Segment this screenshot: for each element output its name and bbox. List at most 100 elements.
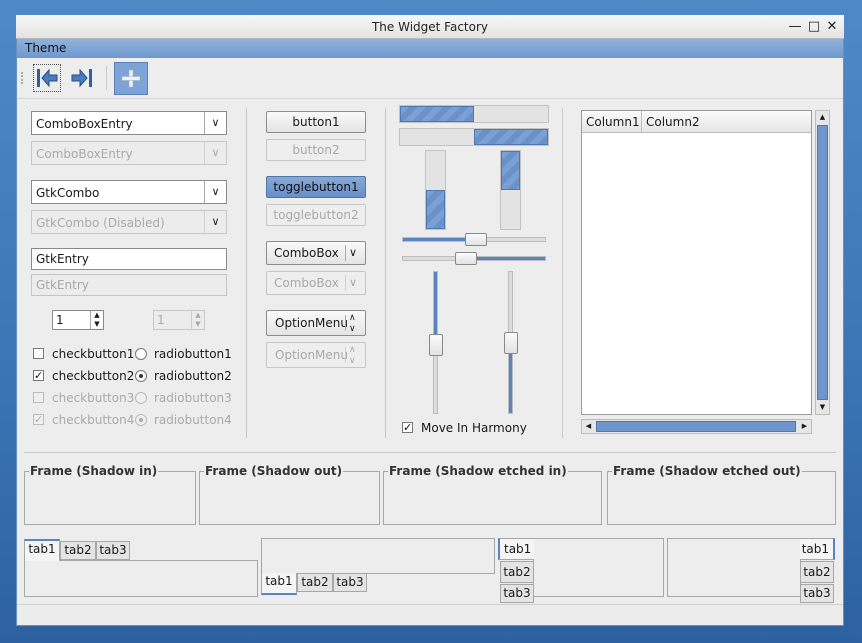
chevron-down-icon: ∨ [349,276,358,289]
notebook-top-tab2[interactable]: tab2 [60,541,96,560]
radiobutton1-circle[interactable] [135,348,147,360]
menu-theme[interactable]: Theme [25,41,66,55]
checkbutton1-box[interactable] [33,348,44,359]
go-back-icon [37,68,58,88]
hprogress-1 [399,105,549,123]
button1[interactable]: button1 [266,111,366,133]
checkbutton2-box[interactable]: ✓ [33,370,44,381]
move-in-harmony-checkbox[interactable]: ✓ [402,422,413,433]
optionmenu-label: OptionMenu [275,316,348,330]
notebook-bottom-tab2[interactable]: tab2 [297,573,333,592]
close-icon[interactable]: ✕ [825,20,839,34]
menu-bar: Theme [17,39,843,58]
gtk-combo-text: GtkCombo [36,186,100,200]
vscale-1-slider[interactable] [429,334,443,356]
scroll-up-icon[interactable]: ▲ [816,111,829,124]
combobox-disabled-label: ComboBox [274,276,339,290]
combo-box-entry-text: ComboBoxEntry [36,117,133,131]
spin-button[interactable]: 1 ▲ ▼ [52,310,104,330]
vprogress-1-fill [426,190,445,229]
frame-shadow-etched-out-label: Frame (Shadow etched out) [612,464,802,478]
spin-arrows-icon[interactable]: ▲ ▼ [90,311,103,329]
combo-box-entry-disabled: ComboBoxEntry ∨ [31,141,227,165]
toolbar-grip[interactable] [21,72,24,84]
vprogress-2-fill [501,151,520,190]
gtk-combo[interactable]: GtkCombo ∨ [31,180,227,204]
togglebutton2: togglebutton2 [266,204,366,226]
notebook-bottom-tab1[interactable]: tab1 [261,573,297,595]
column-separator [562,108,563,438]
tree-view[interactable]: Column1 Column2 [581,110,812,415]
horizontal-separator [24,452,836,453]
chevron-down-icon[interactable]: ∨ [204,181,226,203]
checkbutton1-label[interactable]: checkbutton1 [52,347,134,361]
up-down-icon: ∧ ∨ [349,345,356,366]
hprogress-2 [399,128,549,146]
move-in-harmony-label[interactable]: Move In Harmony [421,421,527,435]
chevron-down-icon[interactable]: ∨ [204,112,226,134]
notebook-right-tab2[interactable]: tab2 [800,561,834,583]
spin-value: 1 [56,313,64,327]
combo-box-entry[interactable]: ComboBoxEntry ∨ [31,111,227,135]
spin-arrows-icon: ▲ ▼ [191,311,204,329]
optionmenu-divider [345,315,346,331]
column2-header[interactable]: Column2 [642,111,811,133]
maximize-icon[interactable]: □ [807,20,821,34]
hscale-2-slider[interactable] [455,252,477,265]
checkbutton2-label[interactable]: checkbutton2 [52,369,134,383]
optionmenu[interactable]: OptionMenu ∧ ∨ [266,310,366,336]
notebook-top-tab3[interactable]: tab3 [96,541,130,560]
column1-header[interactable]: Column1 [582,111,642,133]
minimize-icon[interactable]: — [788,20,802,34]
checkbutton3-label: checkbutton3 [52,391,135,405]
notebook-top-tab1[interactable]: tab1 [24,539,60,561]
radiobutton2-label[interactable]: radiobutton2 [154,369,232,383]
vertical-scrollbar-thumb[interactable] [817,125,828,400]
togglebutton1[interactable]: togglebutton1 [266,176,366,198]
notebook-left-tab2[interactable]: tab2 [500,561,534,583]
notebook-left-panel [533,538,664,597]
notebook-bottom-tab3[interactable]: tab3 [333,573,367,592]
vscale-2-slider[interactable] [504,332,518,354]
chevron-down-icon[interactable]: ∨ [349,242,357,264]
go-last-button[interactable] [69,64,97,92]
optionmenu-disabled-label: OptionMenu [275,348,348,362]
optionmenu-disabled: OptionMenu ∧ ∨ [266,342,366,368]
vertical-scrollbar[interactable]: ▲ ▼ [815,110,830,415]
horizontal-scrollbar-thumb[interactable] [596,421,796,432]
hscale-1-slider[interactable] [465,233,487,246]
horizontal-scrollbar[interactable]: ◀ ▶ [581,419,812,434]
radiobutton4-circle [135,414,147,426]
notebook-top-panel [24,560,258,597]
frame-shadow-etched-in-label: Frame (Shadow etched in) [388,464,568,478]
chevron-down-icon: ∨ [204,142,226,164]
radiobutton1-label[interactable]: radiobutton1 [154,347,232,361]
up-down-icon[interactable]: ∧ ∨ [349,311,356,335]
scroll-left-icon[interactable]: ◀ [582,420,595,433]
column-separator [246,108,247,438]
notebook-right-panel [667,538,801,597]
combobox[interactable]: ComboBox ∨ [266,241,366,265]
checkbutton3-box [33,392,44,403]
combobox-disabled: ComboBox ∨ [266,271,366,295]
notebook-right-tab3[interactable]: tab3 [800,584,834,603]
scroll-right-icon[interactable]: ▶ [798,420,811,433]
go-back-button[interactable] [33,64,61,92]
spin-value-disabled: 1 [157,313,165,327]
title-bar[interactable]: The Widget Factory — □ ✕ [16,15,844,39]
scroll-down-icon[interactable]: ▼ [816,401,829,414]
hscale-2-fill [465,257,545,260]
notebook-left-tab1[interactable]: tab1 [498,538,534,560]
notebook-right-tab1[interactable]: tab1 [800,538,835,560]
notebook-bottom-panel [261,538,495,574]
hprogress-2-fill [474,129,548,145]
gtk-entry-disabled: GtkEntry [31,274,227,296]
notebook-left-tab3[interactable]: tab3 [500,584,534,603]
add-button[interactable] [114,62,148,95]
frame-shadow-out-label: Frame (Shadow out) [204,464,344,478]
optionmenu-divider [345,347,346,363]
frame-shadow-in-label: Frame (Shadow in) [29,464,159,478]
radiobutton2-circle[interactable] [135,370,147,382]
gtk-entry[interactable]: GtkEntry [31,248,227,270]
button2: button2 [266,139,366,161]
